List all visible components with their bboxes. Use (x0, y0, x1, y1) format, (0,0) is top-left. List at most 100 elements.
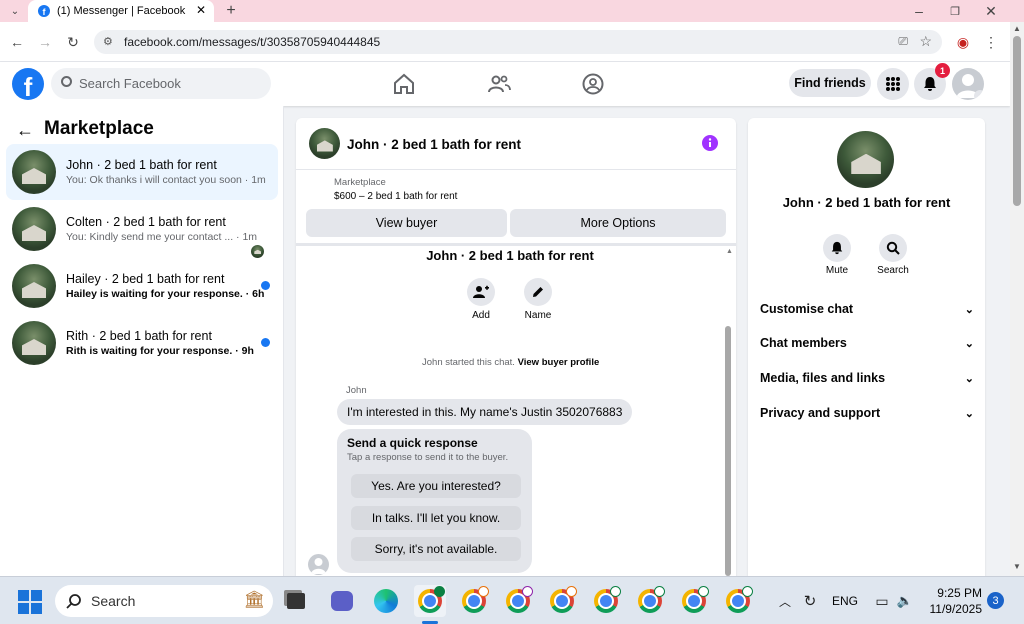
mute-button[interactable] (823, 234, 851, 262)
search-in-chat-button[interactable] (879, 234, 907, 262)
notification-center-badge[interactable]: 3 (987, 592, 1004, 609)
chat-scrollbar[interactable]: ▲ (724, 248, 733, 576)
account-chevron-icon: ⌄ (974, 90, 984, 100)
home-icon[interactable] (392, 72, 416, 96)
chrome-icon[interactable] (590, 585, 622, 617)
chat-info-panel: John · 2 bed 1 bath for rent Mute Search… (748, 118, 985, 576)
browser-tab-strip: ⌄ f (1) Messenger | Facebook ✕ + – ❐ ✕ (0, 0, 1024, 22)
quick-response-title: Send a quick response (347, 436, 478, 450)
profile-icon[interactable]: ◉ (954, 33, 972, 51)
seen-avatar (251, 244, 265, 258)
back-arrow-icon[interactable]: ← (14, 120, 36, 140)
edge-browser-icon[interactable] (370, 585, 402, 617)
conversation-item[interactable]: Rith · 2 bed 1 bath for rent Rith is wai… (6, 315, 278, 371)
scrollbar-thumb[interactable] (725, 326, 731, 576)
find-friends-button[interactable]: Find friends (789, 69, 871, 97)
unread-dot (261, 281, 270, 290)
forward-icon[interactable]: → (36, 33, 54, 51)
media-files-links-item[interactable]: Media, files and links ⌄ (760, 368, 974, 388)
browser-tab-messenger[interactable]: f (1) Messenger | Facebook ✕ (28, 0, 214, 22)
clock[interactable]: 9:25 PM 11/9/2025 (920, 585, 983, 617)
chevron-down-icon: ⌄ (964, 372, 974, 385)
menu-grid-button[interactable] (877, 68, 909, 100)
message-bubble: I'm interested in this. My name's Justin… (337, 399, 633, 425)
chrome-icon[interactable] (678, 585, 710, 617)
quick-response-button[interactable]: Yes. Are you interested? (351, 474, 521, 498)
meet-app-icon[interactable] (326, 585, 358, 617)
conversation-name: Rith · 2 bed 1 bath for rent (66, 328, 212, 343)
chat-members-item[interactable]: Chat members ⌄ (760, 333, 974, 353)
bookmark-star-icon[interactable]: ☆ (919, 33, 932, 50)
item-label: Chat members (760, 336, 847, 350)
conversation-avatar (12, 264, 56, 308)
address-bar[interactable]: ⚙ facebook.com/messages/t/30358705940444… (94, 30, 942, 54)
chrome-icon[interactable] (634, 585, 666, 617)
tab-search-dropdown-icon[interactable]: ⌄ (6, 3, 24, 19)
account-avatar-button[interactable]: ⌄ (952, 68, 984, 100)
conversation-preview: Hailey is waiting for your response. · 6… (66, 287, 265, 300)
windows-start-icon[interactable] (18, 590, 42, 614)
friends-icon[interactable] (487, 72, 511, 96)
conversation-name: John · 2 bed 1 bath for rent (66, 157, 217, 172)
scroll-down-icon[interactable]: ▼ (1013, 562, 1021, 571)
chevron-down-icon: ⌄ (964, 337, 974, 350)
chevron-down-icon: ⌄ (964, 303, 974, 316)
minimize-icon[interactable]: – (910, 2, 928, 20)
conversation-avatar (12, 207, 56, 251)
info-avatar (837, 131, 894, 188)
info-icon[interactable] (702, 135, 718, 151)
chrome-icon[interactable] (458, 585, 490, 617)
customise-chat-item[interactable]: Customise chat ⌄ (760, 299, 974, 319)
scroll-up-icon[interactable]: ▲ (1013, 24, 1021, 33)
quick-response-button[interactable]: In talks. I'll let you know. (351, 506, 521, 530)
item-label: Customise chat (760, 302, 854, 316)
sync-icon[interactable]: ↻ (800, 591, 820, 611)
facebook-logo[interactable]: f (12, 68, 44, 100)
volume-icon[interactable]: 🔈 (896, 591, 914, 611)
view-buyer-profile-link[interactable]: View buyer profile (518, 357, 600, 368)
conversation-preview: You: Kindly send me your contact ... · 1… (66, 230, 258, 243)
language-indicator[interactable]: ENG (832, 594, 858, 608)
more-options-button[interactable]: More Options (510, 209, 726, 237)
scroll-up-icon[interactable]: ▲ (726, 248, 733, 255)
facebook-search-input[interactable]: Search Facebook (51, 68, 271, 99)
conversation-item[interactable]: Hailey · 2 bed 1 bath for rent Hailey is… (6, 258, 278, 314)
chrome-icon[interactable] (722, 585, 754, 617)
chrome-icon[interactable] (502, 585, 534, 617)
chat-header-title[interactable]: John · 2 bed 1 bath for rent (347, 137, 521, 152)
divider (296, 169, 736, 170)
restore-icon[interactable]: ❐ (946, 2, 964, 20)
info-title: John · 2 bed 1 bath for rent (782, 195, 951, 210)
back-icon[interactable]: ← (8, 33, 26, 51)
search-icon (886, 241, 900, 255)
page-scrollbar[interactable]: ▲ ▼ (1010, 22, 1024, 576)
taskbar-search[interactable]: Search 🏛 (55, 585, 273, 617)
network-icon[interactable]: ▭ (872, 591, 892, 611)
scrollbar-thumb[interactable] (1013, 36, 1021, 206)
chat-avatar[interactable] (309, 128, 340, 159)
user-avatar-icon (311, 558, 326, 574)
conversation-avatar (12, 150, 56, 194)
show-hidden-icons-icon[interactable]: ︿ (776, 592, 794, 610)
browser-menu-icon[interactable]: ⋮ (982, 33, 1000, 51)
edit-name-button[interactable] (524, 278, 552, 306)
close-window-icon[interactable]: ✕ (982, 2, 1000, 20)
chrome-icon[interactable] (414, 585, 446, 617)
conversation-item[interactable]: John · 2 bed 1 bath for rent You: Ok tha… (6, 144, 278, 200)
site-info-icon[interactable]: ⚙ (103, 35, 113, 48)
conversation-item[interactable]: Colten · 2 bed 1 bath for rent You: Kind… (6, 201, 278, 258)
add-member-button[interactable] (467, 278, 495, 306)
notifications-button[interactable]: 1 (914, 63, 950, 100)
reload-icon[interactable]: ↻ (64, 33, 82, 51)
privacy-support-item[interactable]: Privacy and support ⌄ (760, 403, 974, 423)
install-app-icon[interactable]: ⎚ (898, 34, 908, 49)
bell-icon (924, 77, 936, 91)
view-buyer-button[interactable]: View buyer (306, 209, 507, 237)
groups-icon[interactable] (581, 72, 605, 96)
sidebar-title: Marketplace (44, 118, 154, 139)
close-tab-icon[interactable]: ✕ (196, 3, 206, 17)
task-view-icon[interactable] (280, 585, 312, 617)
quick-response-button[interactable]: Sorry, it's not available. (351, 537, 521, 561)
chrome-icon[interactable] (546, 585, 578, 617)
new-tab-icon[interactable]: + (222, 2, 240, 20)
